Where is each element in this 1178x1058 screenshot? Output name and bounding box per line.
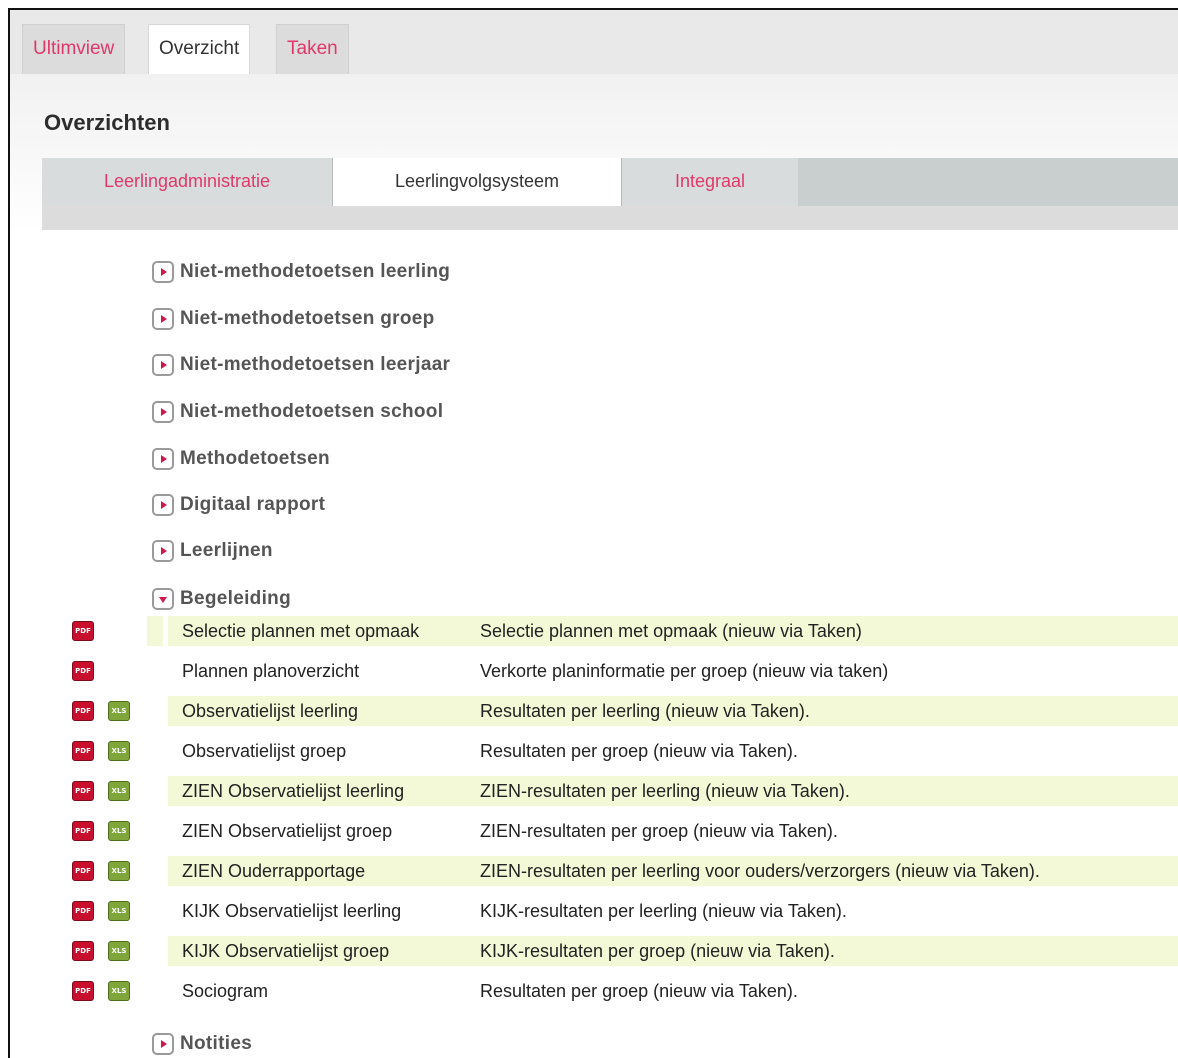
pdf-icon[interactable]: PDF (72, 861, 94, 881)
report-row: PDF XLS ZIEN Observatielijst groep ZIEN-… (72, 814, 1178, 848)
sub-tab-stripe (42, 206, 1178, 230)
tab-taken[interactable]: Taken (276, 24, 349, 74)
sub-tab-bar: Leerlingadministratie Leerlingvolgsystee… (42, 158, 1178, 206)
report-description: KIJK-resultaten per groep (nieuw via Tak… (480, 941, 835, 961)
section-notities[interactable]: Notities (152, 1030, 252, 1058)
report-name[interactable]: Observatielijst groep (182, 734, 346, 768)
section-niet-methodetoetsen-groep[interactable]: Niet-methodetoetsen groep (152, 305, 435, 333)
xls-icon[interactable]: XLS (108, 741, 130, 761)
section-niet-methodetoetsen-school[interactable]: Niet-methodetoetsen school (152, 398, 443, 426)
pdf-icon[interactable]: PDF (72, 901, 94, 921)
report-row: PDF XLS ZIEN Observatielijst leerling ZI… (72, 774, 1178, 808)
section-niet-methodetoetsen-leerling[interactable]: Niet-methodetoetsen leerling (152, 258, 450, 286)
subtab-leerlingvolgsysteem[interactable]: Leerlingvolgsysteem (332, 158, 622, 206)
expand-icon[interactable] (152, 354, 174, 376)
pdf-icon[interactable]: PDF (72, 661, 94, 681)
tab-ultimview[interactable]: Ultimview (22, 24, 126, 74)
report-row: PDF XLS KIJK Observatielijst groep KIJK-… (72, 934, 1178, 968)
section-label: Methodetoetsen (180, 448, 330, 469)
pdf-icon[interactable]: PDF (72, 621, 94, 641)
section-label: Niet-methodetoetsen leerling (180, 261, 451, 282)
xls-icon[interactable]: XLS (108, 821, 130, 841)
xls-icon[interactable]: XLS (108, 861, 130, 881)
report-row: PDF Selectie plannen met opmaak Selectie… (72, 614, 1178, 648)
section-label: Notities (180, 1033, 253, 1054)
subtab-leerlingadministratie[interactable]: Leerlingadministratie (42, 158, 332, 206)
expand-icon[interactable] (152, 401, 174, 423)
report-description: ZIEN-resultaten per leerling (nieuw via … (480, 781, 850, 801)
pdf-icon[interactable]: PDF (72, 781, 94, 801)
report-row: PDF XLS Observatielijst leerling Resulta… (72, 694, 1178, 728)
section-label: Leerlijnen (180, 540, 273, 561)
report-row: PDF XLS Sociogram Resultaten per groep (… (72, 974, 1178, 1008)
report-name[interactable]: ZIEN Observatielijst leerling (182, 774, 404, 808)
report-name[interactable]: KIJK Observatielijst groep (182, 934, 389, 968)
expand-icon[interactable] (152, 448, 174, 470)
page-title: Overzichten (44, 110, 170, 135)
report-row: PDF XLS ZIEN Ouderrapportage ZIEN-result… (72, 854, 1178, 888)
report-name[interactable]: ZIEN Observatielijst groep (182, 814, 392, 848)
report-row: PDF XLS KIJK Observatielijst leerling KI… (72, 894, 1178, 928)
collapse-icon[interactable] (152, 588, 174, 610)
section-label: Digitaal rapport (180, 494, 326, 515)
report-row: PDF XLS Observatielijst groep Resultaten… (72, 734, 1178, 768)
section-leerlijnen[interactable]: Leerlijnen (152, 537, 273, 565)
pdf-icon[interactable]: PDF (72, 941, 94, 961)
expand-icon[interactable] (152, 261, 174, 283)
section-label: Begeleiding (180, 588, 291, 609)
report-name[interactable]: Selectie plannen met opmaak (182, 614, 419, 648)
main-content: Overzichten Leerlingadministratie Leerli… (10, 74, 1178, 1058)
app-frame: Ultimview Overzicht Taken Overzichten Le… (8, 8, 1178, 1058)
subtab-integraal[interactable]: Integraal (622, 158, 798, 206)
pdf-icon[interactable]: PDF (72, 981, 94, 1001)
xls-icon[interactable]: XLS (108, 701, 130, 721)
report-name[interactable]: ZIEN Ouderrapportage (182, 854, 365, 888)
report-description: Resultaten per groep (nieuw via Taken). (480, 981, 798, 1001)
report-description: Resultaten per leerling (nieuw via Taken… (480, 701, 810, 721)
report-name[interactable]: Observatielijst leerling (182, 694, 358, 728)
pdf-icon[interactable]: PDF (72, 701, 94, 721)
report-description: ZIEN-resultaten per groep (nieuw via Tak… (480, 821, 838, 841)
report-description: Selectie plannen met opmaak (nieuw via T… (480, 621, 862, 641)
xls-icon[interactable]: XLS (108, 981, 130, 1001)
report-name[interactable]: Plannen planoverzicht (182, 654, 359, 688)
expand-icon[interactable] (152, 540, 174, 562)
xls-icon[interactable]: XLS (108, 941, 130, 961)
report-description: KIJK-resultaten per leerling (nieuw via … (480, 901, 847, 921)
xls-icon[interactable]: XLS (108, 781, 130, 801)
tab-overzicht[interactable]: Overzicht (148, 24, 251, 74)
section-methodetoetsen[interactable]: Methodetoetsen (152, 445, 330, 473)
section-label: Niet-methodetoetsen leerjaar (180, 354, 451, 375)
pdf-icon[interactable]: PDF (72, 821, 94, 841)
report-description: Resultaten per groep (nieuw via Taken). (480, 741, 798, 761)
top-tab-bar: Ultimview Overzicht Taken (10, 10, 1178, 74)
expand-icon[interactable] (152, 1033, 174, 1055)
section-niet-methodetoetsen-leerjaar[interactable]: Niet-methodetoetsen leerjaar (152, 351, 450, 379)
pdf-icon[interactable]: PDF (72, 741, 94, 761)
report-row: PDF Plannen planoverzicht Verkorte plani… (72, 654, 1178, 688)
section-begeleiding[interactable]: Begeleiding (152, 585, 291, 613)
report-description: ZIEN-resultaten per leerling voor ouders… (480, 861, 1040, 881)
overview-panel: Niet-methodetoetsen leerling Niet-method… (42, 230, 1178, 1058)
report-description: Verkorte planinformatie per groep (nieuw… (480, 661, 889, 681)
report-name[interactable]: Sociogram (182, 974, 268, 1008)
xls-icon[interactable]: XLS (108, 901, 130, 921)
section-label: Niet-methodetoetsen groep (180, 308, 435, 329)
section-digitaal-rapport[interactable]: Digitaal rapport (152, 491, 325, 519)
report-name[interactable]: KIJK Observatielijst leerling (182, 894, 401, 928)
expand-icon[interactable] (152, 308, 174, 330)
section-label: Niet-methodetoetsen school (180, 401, 444, 422)
expand-icon[interactable] (152, 494, 174, 516)
